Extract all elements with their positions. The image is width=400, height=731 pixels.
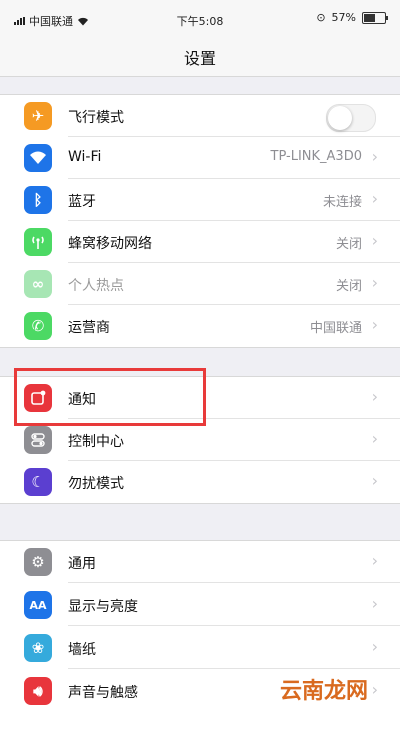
chevron-right-icon: › xyxy=(371,315,378,334)
chevron-right-icon: › xyxy=(371,680,378,699)
row-wallpaper[interactable]: ❀ 墙纸 › xyxy=(0,627,400,669)
row-value: 关闭 xyxy=(335,279,362,294)
settings-group-connectivity: ✈ 飞行模式 Wi-Fi TP-LINK_A3D0 › ᛒ 蓝牙 未连接 › 蜂… xyxy=(0,94,400,348)
row-label: 墙纸 xyxy=(68,642,96,658)
battery-icon xyxy=(362,11,388,24)
row-label: 控制中心 xyxy=(68,434,124,450)
chevron-right-icon: › xyxy=(371,273,378,292)
row-label: 声音与触感 xyxy=(68,685,138,701)
text-size-icon: AA xyxy=(24,591,52,619)
row-label: 勿扰模式 xyxy=(68,476,124,492)
battery-percent: 57% xyxy=(331,11,356,24)
antenna-icon xyxy=(24,228,52,256)
row-label: 飞行模式 xyxy=(68,110,124,126)
row-label: Wi-Fi xyxy=(68,149,102,165)
row-do-not-disturb[interactable]: ☾ 勿扰模式 › xyxy=(0,461,400,503)
row-value: TP-LINK_A3D0 xyxy=(270,149,362,164)
switches-icon xyxy=(24,426,52,454)
highlight-box xyxy=(14,368,206,426)
watermark-logo: 云南龙网 xyxy=(279,678,368,704)
row-label: 通用 xyxy=(68,556,96,572)
chevron-right-icon: › xyxy=(371,147,378,166)
row-label: 个人热点 xyxy=(68,278,124,294)
orientation-lock-icon: ⊙ xyxy=(316,11,326,24)
page-title: 设置 xyxy=(183,49,216,68)
row-hotspot[interactable]: ∞ 个人热点 关闭 › xyxy=(0,263,400,305)
row-wifi[interactable]: Wi-Fi TP-LINK_A3D0 › xyxy=(0,137,400,179)
status-bar: 中国联通 下午5:08 ⊙ 57% xyxy=(0,0,400,36)
divider xyxy=(68,582,400,583)
row-bluetooth[interactable]: ᛒ 蓝牙 未连接 › xyxy=(0,179,400,221)
bluetooth-icon: ᛒ xyxy=(24,186,52,214)
row-label: 蓝牙 xyxy=(68,194,96,210)
airplane-icon: ✈ xyxy=(24,102,52,130)
gear-icon: ⚙ xyxy=(24,548,52,576)
phone-icon: ✆ xyxy=(24,312,52,340)
chevron-right-icon: › xyxy=(371,387,378,406)
nav-bar: 设置 xyxy=(0,36,400,77)
chevron-right-icon: › xyxy=(371,471,378,490)
chevron-right-icon: › xyxy=(371,429,378,448)
chevron-right-icon: › xyxy=(371,551,378,570)
chevron-right-icon: › xyxy=(371,189,378,208)
moon-icon: ☾ xyxy=(24,468,52,496)
row-value: 中国联通 xyxy=(309,321,362,336)
row-label: 蜂窝移动网络 xyxy=(68,236,152,252)
flower-icon: ❀ xyxy=(24,634,52,662)
wifi-icon xyxy=(24,144,52,172)
airplane-toggle[interactable] xyxy=(326,104,376,132)
row-display[interactable]: AA 显示与亮度 › xyxy=(0,584,400,626)
row-airplane[interactable]: ✈ 飞行模式 xyxy=(0,95,400,137)
row-general[interactable]: ⚙ 通用 › xyxy=(0,541,400,583)
row-cellular[interactable]: 蜂窝移动网络 关闭 › xyxy=(0,221,400,263)
chevron-right-icon: › xyxy=(371,594,378,613)
row-value: 未连接 xyxy=(322,195,362,210)
divider xyxy=(68,668,400,669)
status-right: ⊙ 57% xyxy=(316,11,388,24)
row-label: 运营商 xyxy=(68,320,110,336)
speaker-icon: 🔊︎ xyxy=(24,677,52,705)
chevron-right-icon: › xyxy=(371,231,378,250)
chevron-right-icon: › xyxy=(371,637,378,656)
divider xyxy=(68,625,400,626)
row-label: 显示与亮度 xyxy=(68,599,138,615)
hotspot-icon: ∞ xyxy=(24,270,52,298)
toggle-knob xyxy=(328,106,352,130)
row-carrier[interactable]: ✆ 运营商 中国联通 › xyxy=(0,305,400,347)
row-value: 关闭 xyxy=(335,237,362,252)
